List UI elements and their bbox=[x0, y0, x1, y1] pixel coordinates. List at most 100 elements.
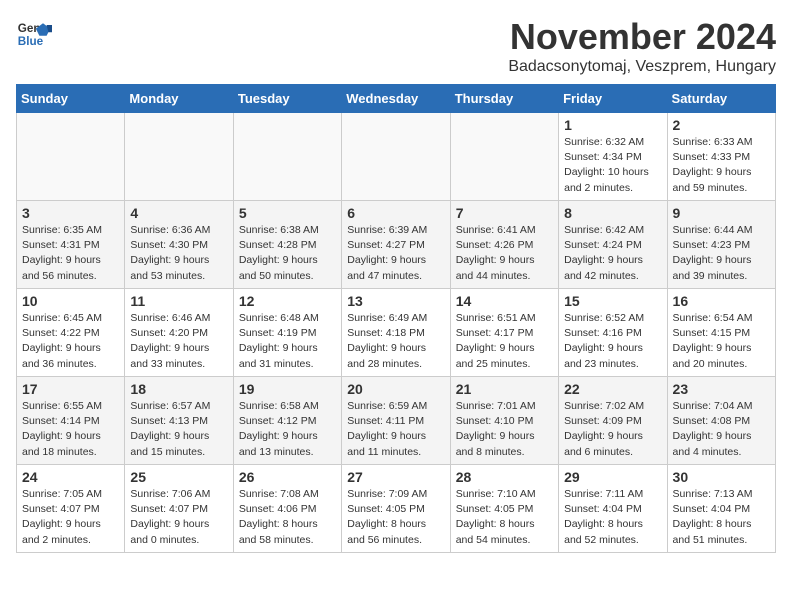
day-info: Sunrise: 7:01 AMSunset: 4:10 PMDaylight:… bbox=[456, 399, 553, 460]
day-cell-27: 27Sunrise: 7:09 AMSunset: 4:05 PMDayligh… bbox=[342, 465, 450, 553]
weekday-header-wednesday: Wednesday bbox=[342, 85, 450, 113]
day-info: Sunrise: 7:08 AMSunset: 4:06 PMDaylight:… bbox=[239, 487, 336, 548]
day-number: 23 bbox=[673, 381, 770, 397]
day-number: 7 bbox=[456, 205, 553, 221]
day-cell-11: 11 Sunrise: 6:46 AMSunset: 4:20 PMDayligh… bbox=[125, 289, 233, 377]
day-cell-2: 2 Sunrise: 6:33 AMSunset: 4:33 PMDaylight… bbox=[667, 113, 775, 201]
empty-cell bbox=[342, 113, 450, 201]
page-header: General Blue November 2024 Badacsonytoma… bbox=[16, 16, 776, 76]
day-cell-6: 6Sunrise: 6:39 AMSunset: 4:27 PMDaylight… bbox=[342, 201, 450, 289]
svg-text:Blue: Blue bbox=[18, 35, 44, 48]
day-info: Sunrise: 6:44 AMSunset: 4:23 PMDaylight:… bbox=[673, 223, 770, 284]
day-info: Sunrise: 6:52 AMSunset: 4:16 PMDaylight:… bbox=[564, 311, 661, 372]
day-number: 29 bbox=[564, 469, 661, 485]
day-info: Sunrise: 6:35 AMSunset: 4:31 PMDaylight:… bbox=[22, 223, 119, 284]
day-number: 30 bbox=[673, 469, 770, 485]
day-cell-23: 23 Sunrise: 7:04 AMSunset: 4:08 PMDayligh… bbox=[667, 377, 775, 465]
day-cell-29: 29 Sunrise: 7:11 AMSunset: 4:04 PMDayligh… bbox=[559, 465, 667, 553]
day-cell-1: 1Sunrise: 6:32 AMSunset: 4:34 PMDaylight… bbox=[559, 113, 667, 201]
day-info: Sunrise: 7:02 AMSunset: 4:09 PMDaylight:… bbox=[564, 399, 661, 460]
empty-cell bbox=[233, 113, 341, 201]
day-info: Sunrise: 6:32 AMSunset: 4:34 PMDaylight:… bbox=[564, 135, 661, 196]
calendar-table: SundayMondayTuesdayWednesdayThursdayFrid… bbox=[16, 84, 776, 553]
day-info: Sunrise: 7:11 AMSunset: 4:04 PMDaylight:… bbox=[564, 487, 661, 548]
weekday-header-monday: Monday bbox=[125, 85, 233, 113]
day-number: 20 bbox=[347, 381, 444, 397]
day-info: Sunrise: 6:36 AMSunset: 4:30 PMDaylight:… bbox=[130, 223, 227, 284]
day-cell-5: 5 Sunrise: 6:38 AMSunset: 4:28 PMDaylight… bbox=[233, 201, 341, 289]
day-info: Sunrise: 6:48 AMSunset: 4:19 PMDaylight:… bbox=[239, 311, 336, 372]
day-info: Sunrise: 7:05 AMSunset: 4:07 PMDaylight:… bbox=[22, 487, 119, 548]
day-info: Sunrise: 6:58 AMSunset: 4:12 PMDaylight:… bbox=[239, 399, 336, 460]
week-row-1: 1Sunrise: 6:32 AMSunset: 4:34 PMDaylight… bbox=[17, 113, 776, 201]
weekday-header-row: SundayMondayTuesdayWednesdayThursdayFrid… bbox=[17, 85, 776, 113]
day-cell-17: 17 Sunrise: 6:55 AMSunset: 4:14 PMDayligh… bbox=[17, 377, 125, 465]
day-cell-8: 8 Sunrise: 6:42 AMSunset: 4:24 PMDaylight… bbox=[559, 201, 667, 289]
day-cell-10: 10 Sunrise: 6:45 AMSunset: 4:22 PMDayligh… bbox=[17, 289, 125, 377]
location: Badacsonytomaj, Veszprem, Hungary bbox=[508, 58, 776, 76]
week-row-3: 10 Sunrise: 6:45 AMSunset: 4:22 PMDayligh… bbox=[17, 289, 776, 377]
day-number: 25 bbox=[130, 469, 227, 485]
empty-cell bbox=[17, 113, 125, 201]
day-number: 26 bbox=[239, 469, 336, 485]
day-info: Sunrise: 6:57 AMSunset: 4:13 PMDaylight:… bbox=[130, 399, 227, 460]
week-row-5: 24 Sunrise: 7:05 AMSunset: 4:07 PMDayligh… bbox=[17, 465, 776, 553]
day-info: Sunrise: 6:42 AMSunset: 4:24 PMDaylight:… bbox=[564, 223, 661, 284]
day-number: 19 bbox=[239, 381, 336, 397]
day-cell-4: 4 Sunrise: 6:36 AMSunset: 4:30 PMDaylight… bbox=[125, 201, 233, 289]
weekday-header-thursday: Thursday bbox=[450, 85, 558, 113]
day-cell-9: 9Sunrise: 6:44 AMSunset: 4:23 PMDaylight… bbox=[667, 201, 775, 289]
day-info: Sunrise: 6:55 AMSunset: 4:14 PMDaylight:… bbox=[22, 399, 119, 460]
week-row-2: 3 Sunrise: 6:35 AMSunset: 4:31 PMDaylight… bbox=[17, 201, 776, 289]
day-info: Sunrise: 6:54 AMSunset: 4:15 PMDaylight:… bbox=[673, 311, 770, 372]
day-number: 5 bbox=[239, 205, 336, 221]
week-row-4: 17 Sunrise: 6:55 AMSunset: 4:14 PMDayligh… bbox=[17, 377, 776, 465]
day-cell-12: 12 Sunrise: 6:48 AMSunset: 4:19 PMDayligh… bbox=[233, 289, 341, 377]
day-info: Sunrise: 6:45 AMSunset: 4:22 PMDaylight:… bbox=[22, 311, 119, 372]
day-number: 8 bbox=[564, 205, 661, 221]
day-number: 27 bbox=[347, 469, 444, 485]
day-cell-13: 13 Sunrise: 6:49 AMSunset: 4:18 PMDayligh… bbox=[342, 289, 450, 377]
logo: General Blue bbox=[16, 16, 52, 52]
empty-cell bbox=[450, 113, 558, 201]
day-number: 21 bbox=[456, 381, 553, 397]
weekday-header-tuesday: Tuesday bbox=[233, 85, 341, 113]
day-number: 28 bbox=[456, 469, 553, 485]
day-info: Sunrise: 6:46 AMSunset: 4:20 PMDaylight:… bbox=[130, 311, 227, 372]
day-number: 11 bbox=[130, 293, 227, 309]
day-cell-15: 15Sunrise: 6:52 AMSunset: 4:16 PMDayligh… bbox=[559, 289, 667, 377]
empty-cell bbox=[125, 113, 233, 201]
day-number: 18 bbox=[130, 381, 227, 397]
weekday-header-saturday: Saturday bbox=[667, 85, 775, 113]
day-info: Sunrise: 7:13 AMSunset: 4:04 PMDaylight:… bbox=[673, 487, 770, 548]
day-cell-22: 22 Sunrise: 7:02 AMSunset: 4:09 PMDayligh… bbox=[559, 377, 667, 465]
day-cell-3: 3 Sunrise: 6:35 AMSunset: 4:31 PMDaylight… bbox=[17, 201, 125, 289]
day-cell-14: 14Sunrise: 6:51 AMSunset: 4:17 PMDayligh… bbox=[450, 289, 558, 377]
weekday-header-sunday: Sunday bbox=[17, 85, 125, 113]
day-info: Sunrise: 6:51 AMSunset: 4:17 PMDaylight:… bbox=[456, 311, 553, 372]
day-number: 12 bbox=[239, 293, 336, 309]
day-info: Sunrise: 6:33 AMSunset: 4:33 PMDaylight:… bbox=[673, 135, 770, 196]
day-info: Sunrise: 7:04 AMSunset: 4:08 PMDaylight:… bbox=[673, 399, 770, 460]
day-number: 2 bbox=[673, 117, 770, 133]
title-block: November 2024 Badacsonytomaj, Veszprem, … bbox=[508, 16, 776, 76]
day-number: 4 bbox=[130, 205, 227, 221]
day-number: 17 bbox=[22, 381, 119, 397]
day-cell-20: 20 Sunrise: 6:59 AMSunset: 4:11 PMDayligh… bbox=[342, 377, 450, 465]
day-cell-30: 30 Sunrise: 7:13 AMSunset: 4:04 PMDayligh… bbox=[667, 465, 775, 553]
day-info: Sunrise: 6:49 AMSunset: 4:18 PMDaylight:… bbox=[347, 311, 444, 372]
day-info: Sunrise: 6:59 AMSunset: 4:11 PMDaylight:… bbox=[347, 399, 444, 460]
day-number: 24 bbox=[22, 469, 119, 485]
day-number: 16 bbox=[673, 293, 770, 309]
weekday-header-friday: Friday bbox=[559, 85, 667, 113]
day-number: 10 bbox=[22, 293, 119, 309]
day-cell-26: 26 Sunrise: 7:08 AMSunset: 4:06 PMDayligh… bbox=[233, 465, 341, 553]
day-cell-16: 16 Sunrise: 6:54 AMSunset: 4:15 PMDayligh… bbox=[667, 289, 775, 377]
day-cell-25: 25Sunrise: 7:06 AMSunset: 4:07 PMDayligh… bbox=[125, 465, 233, 553]
day-cell-24: 24 Sunrise: 7:05 AMSunset: 4:07 PMDayligh… bbox=[17, 465, 125, 553]
day-number: 3 bbox=[22, 205, 119, 221]
day-number: 22 bbox=[564, 381, 661, 397]
day-info: Sunrise: 6:38 AMSunset: 4:28 PMDaylight:… bbox=[239, 223, 336, 284]
day-cell-19: 19 Sunrise: 6:58 AMSunset: 4:12 PMDayligh… bbox=[233, 377, 341, 465]
day-number: 13 bbox=[347, 293, 444, 309]
